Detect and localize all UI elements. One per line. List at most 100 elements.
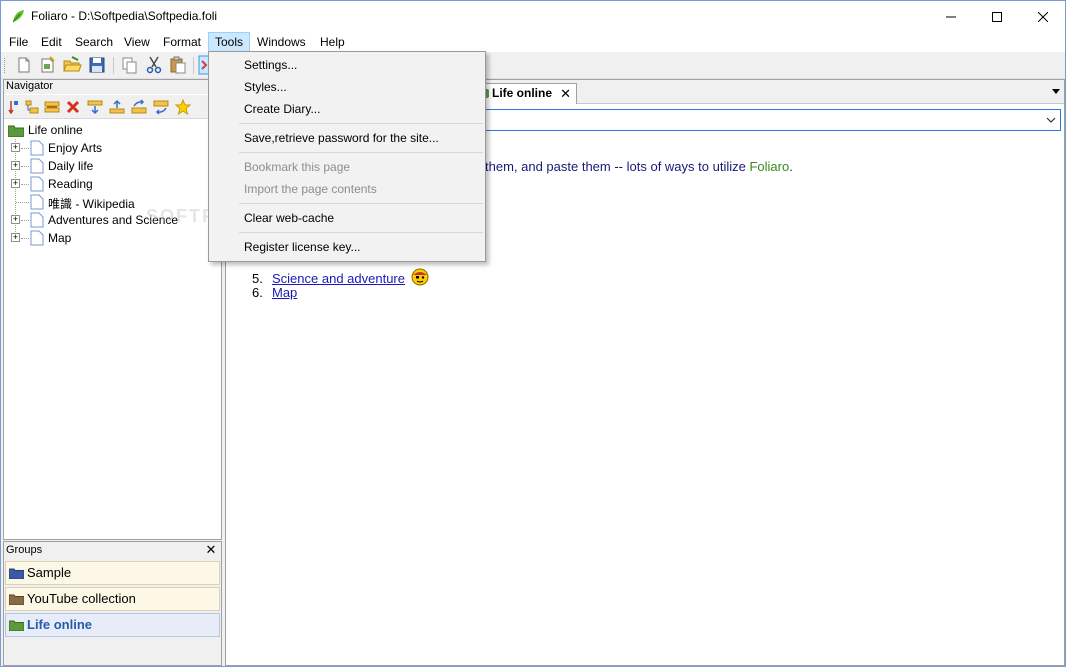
menu-separator [239,123,483,124]
menu-edit[interactable]: Edit [35,32,68,52]
menu-item-import-page: Import the page contents [244,182,377,196]
menu-file[interactable]: File [3,32,34,52]
toolbar-separator [113,57,114,74]
tools-menu-dropdown: Settings... Styles... Create Diary... Sa… [208,51,486,262]
maximize-button[interactable] [974,1,1020,32]
tree-root[interactable]: Life online [4,121,221,139]
group-item-life-online[interactable]: Life online [5,613,220,637]
group-label: Sample [27,565,72,580]
toolbar-grip[interactable] [4,58,6,73]
menu-windows[interactable]: Windows [251,32,312,52]
menu-separator [239,152,483,153]
navigator-title: Navigator [4,80,221,94]
add-sibling-icon[interactable] [24,99,40,115]
tree-item-label: Map [48,231,72,245]
list-number: 6. [252,285,263,300]
minimize-icon [946,16,956,17]
group-label: YouTube collection [27,591,136,606]
expand-icon[interactable]: + [11,215,20,224]
menu-format[interactable]: Format [157,32,207,52]
expand-icon[interactable]: + [11,233,20,242]
chevron-down-icon[interactable] [1046,115,1056,125]
menu-bar: File Edit Search View Format Tools Windo… [1,32,1065,52]
menu-help[interactable]: Help [314,32,351,52]
list-item: 6. Map [252,285,297,300]
foliaro-leaf-icon [12,10,24,23]
group-label: Life online [27,617,92,632]
menu-item-save-password[interactable]: Save,retrieve password for the site... [210,127,484,149]
menu-item-clear-cache[interactable]: Clear web-cache [210,207,484,229]
move-down-icon[interactable] [87,99,103,115]
tree-connector [21,238,29,239]
cut-icon[interactable] [144,55,164,75]
move-right-icon[interactable] [131,99,147,115]
tree-connector [21,220,29,221]
list-item: 5. Science and adventure [252,268,429,286]
tree-connector [21,148,29,149]
page-icon [30,158,44,174]
tab-list-dropdown-icon[interactable] [1052,89,1060,94]
tree-connector [21,166,29,167]
close-icon[interactable]: ✕ [205,543,217,557]
menu-item-styles[interactable]: Styles... [210,76,484,98]
brown-folder-icon [9,594,24,605]
move-up-icon[interactable] [109,99,125,115]
pirate-smiley-icon [411,268,429,286]
move-left-icon[interactable] [153,99,169,115]
address-combobox[interactable] [484,109,1061,131]
minimize-button[interactable] [928,1,974,32]
menu-item-create-diary[interactable]: Create Diary... [210,98,484,120]
indent-icon[interactable] [44,99,60,115]
title-bar: Foliaro - D:\Softpedia\Softpedia.foli [1,1,1065,32]
group-item-youtube[interactable]: YouTube collection [5,587,220,611]
close-window-button[interactable] [1020,1,1065,32]
tab-label: Life online [492,86,552,100]
intro-text: them, and paste them -- lots of ways to … [485,159,750,174]
menu-tools[interactable]: Tools [208,32,251,52]
menu-item-register-key[interactable]: Register license key... [210,236,484,258]
tab-life-online[interactable]: Life online ✕ [476,83,577,104]
tree-item-map[interactable]: + Map [4,229,221,247]
group-item-sample[interactable]: Sample [5,561,220,585]
page-icon [30,194,44,210]
expand-icon[interactable]: + [11,179,20,188]
tab-close-icon[interactable]: ✕ [560,84,571,103]
page-icon [30,140,44,156]
open-folder-icon[interactable] [62,55,82,75]
maximize-icon [992,11,1002,22]
add-child-icon[interactable] [6,99,22,115]
link-science-adventure[interactable]: Science and adventure [272,271,405,286]
save-icon[interactable] [87,55,107,75]
tree-item-wikipedia[interactable]: 唯識 - Wikipedia [4,193,221,211]
tree-item-reading[interactable]: + Reading [4,175,221,193]
tree-item-enjoy-arts[interactable]: + Enjoy Arts [4,139,221,157]
menu-item-settings[interactable]: Settings... [210,54,484,76]
green-folder-icon [9,620,24,631]
new-document-icon[interactable] [14,55,34,75]
tree-item-label: Adventures and Science [48,213,179,227]
blue-folder-icon [9,568,24,579]
delete-icon[interactable] [65,99,81,115]
intro-paragraph: them, and paste them -- lots of ways to … [485,159,793,174]
tree-root-label: Life online [28,123,83,137]
intro-end: . [789,159,793,174]
tree-item-daily-life[interactable]: + Daily life [4,157,221,175]
tree-connector [16,202,29,203]
page-icon [30,176,44,192]
paste-icon[interactable] [168,55,188,75]
menu-view[interactable]: View [118,32,156,52]
copy-icon[interactable] [119,55,139,75]
tree-item-label: Reading [48,177,93,191]
page-icon [30,230,44,246]
groups-title: Groups [4,542,221,559]
favorite-star-icon[interactable] [175,99,191,115]
new-from-template-icon[interactable] [38,55,58,75]
list-number: 5. [252,271,263,286]
menu-search[interactable]: Search [69,32,119,52]
expand-icon[interactable]: + [11,143,20,152]
close-icon [1038,11,1048,22]
app-window: Foliaro - D:\Softpedia\Softpedia.foli Fi… [0,0,1066,667]
expand-icon[interactable]: + [11,161,20,170]
link-map[interactable]: Map [272,285,297,300]
tree-item-adventures[interactable]: + Adventures and Science [4,211,221,229]
